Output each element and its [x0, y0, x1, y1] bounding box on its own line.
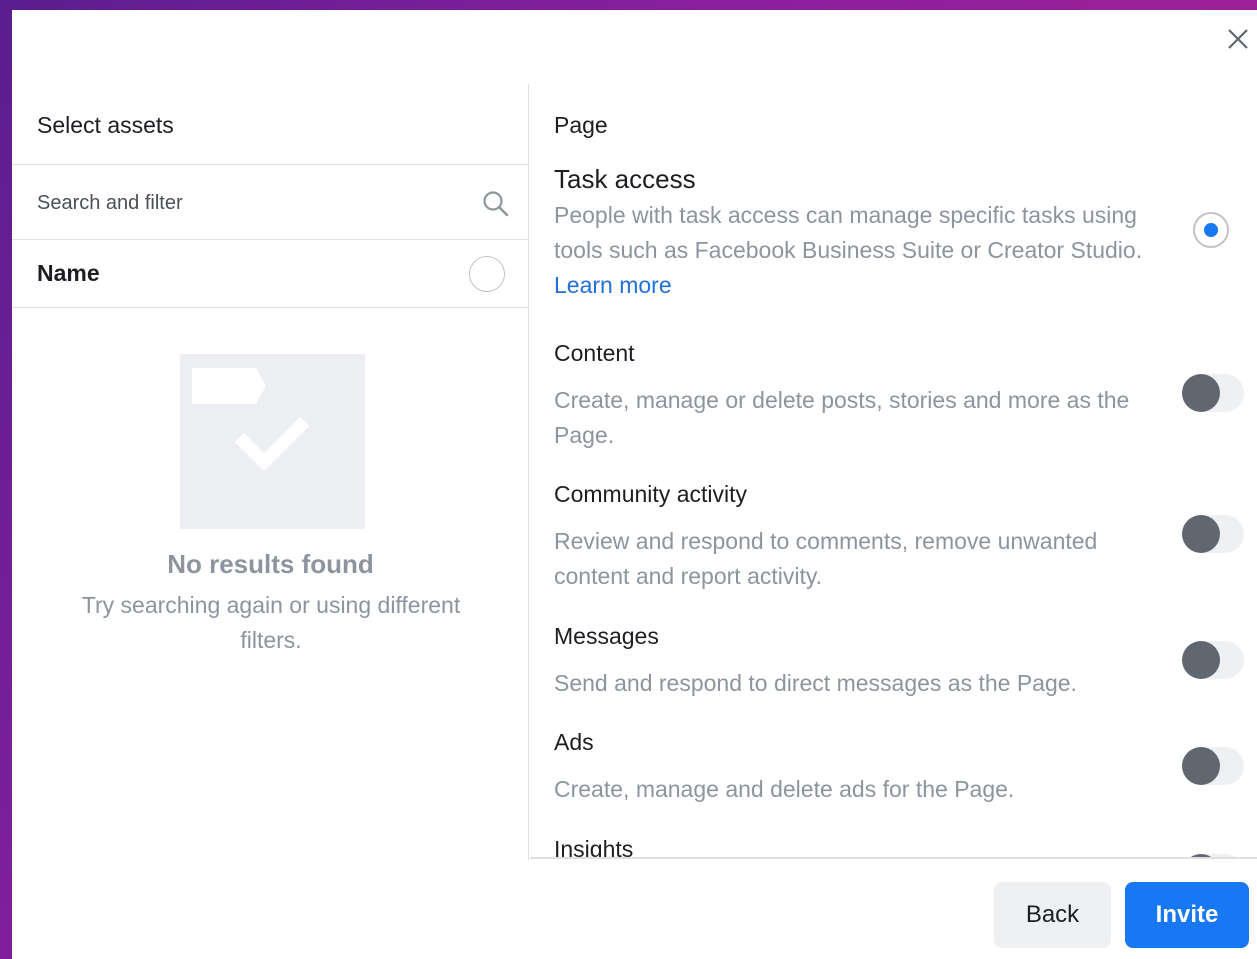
permission-description: Create, manage or delete posts, stories …	[554, 387, 1130, 448]
permission-community-activity: Community activity Review and respond to…	[554, 481, 1244, 594]
permission-description: Create, manage and delete ads for the Pa…	[554, 776, 1015, 802]
permission-description: Send and respond to direct messages as t…	[554, 670, 1077, 696]
name-header-label: Name	[37, 260, 100, 286]
permission-title: Community activity	[554, 481, 747, 507]
search-bar	[12, 165, 528, 240]
permission-description: Review and respond to comments, remove u…	[554, 528, 1098, 589]
empty-folder-icon	[180, 354, 365, 534]
search-input[interactable]	[37, 189, 457, 217]
permission-title: Insights	[554, 836, 634, 859]
select-assets-title: Select assets	[12, 84, 528, 165]
permission-messages: Messages Send and respond to direct mess…	[554, 623, 1244, 701]
page-section-title: Page	[554, 112, 608, 138]
permission-title: Content	[554, 340, 635, 366]
task-access-radio[interactable]	[1193, 212, 1229, 248]
select-assets-panel: Select assets Name	[12, 84, 529, 860]
back-button[interactable]: Back	[994, 882, 1111, 948]
task-access-description: People with task access can manage speci…	[554, 198, 1154, 303]
invite-button[interactable]: Invite	[1125, 882, 1249, 948]
permission-content: Content Create, manage or delete posts, …	[554, 340, 1244, 453]
community-activity-toggle[interactable]	[1182, 515, 1244, 553]
permission-ads: Ads Create, manage and delete ads for th…	[554, 729, 1244, 807]
search-icon[interactable]	[482, 190, 510, 218]
name-column-header: Name	[12, 240, 528, 308]
invite-dialog: Select assets Name	[12, 10, 1257, 959]
permission-title: Ads	[554, 729, 594, 755]
no-results-description: Try searching again or using different f…	[81, 592, 461, 653]
select-all-radio[interactable]	[469, 256, 505, 292]
messages-toggle[interactable]	[1182, 641, 1244, 679]
learn-more-link[interactable]: Learn more	[554, 272, 672, 298]
permission-insights: Insights	[554, 836, 1244, 859]
task-access-title: Task access	[554, 164, 696, 194]
ads-toggle[interactable]	[1182, 747, 1244, 785]
task-access-text: People with task access can manage speci…	[554, 202, 1143, 263]
close-icon[interactable]	[1223, 24, 1253, 54]
permission-title: Messages	[554, 623, 659, 649]
content-toggle[interactable]	[1182, 374, 1244, 412]
no-results-title: No results found	[167, 549, 374, 579]
page-permissions-panel: Page Task access People with task access…	[530, 84, 1257, 859]
